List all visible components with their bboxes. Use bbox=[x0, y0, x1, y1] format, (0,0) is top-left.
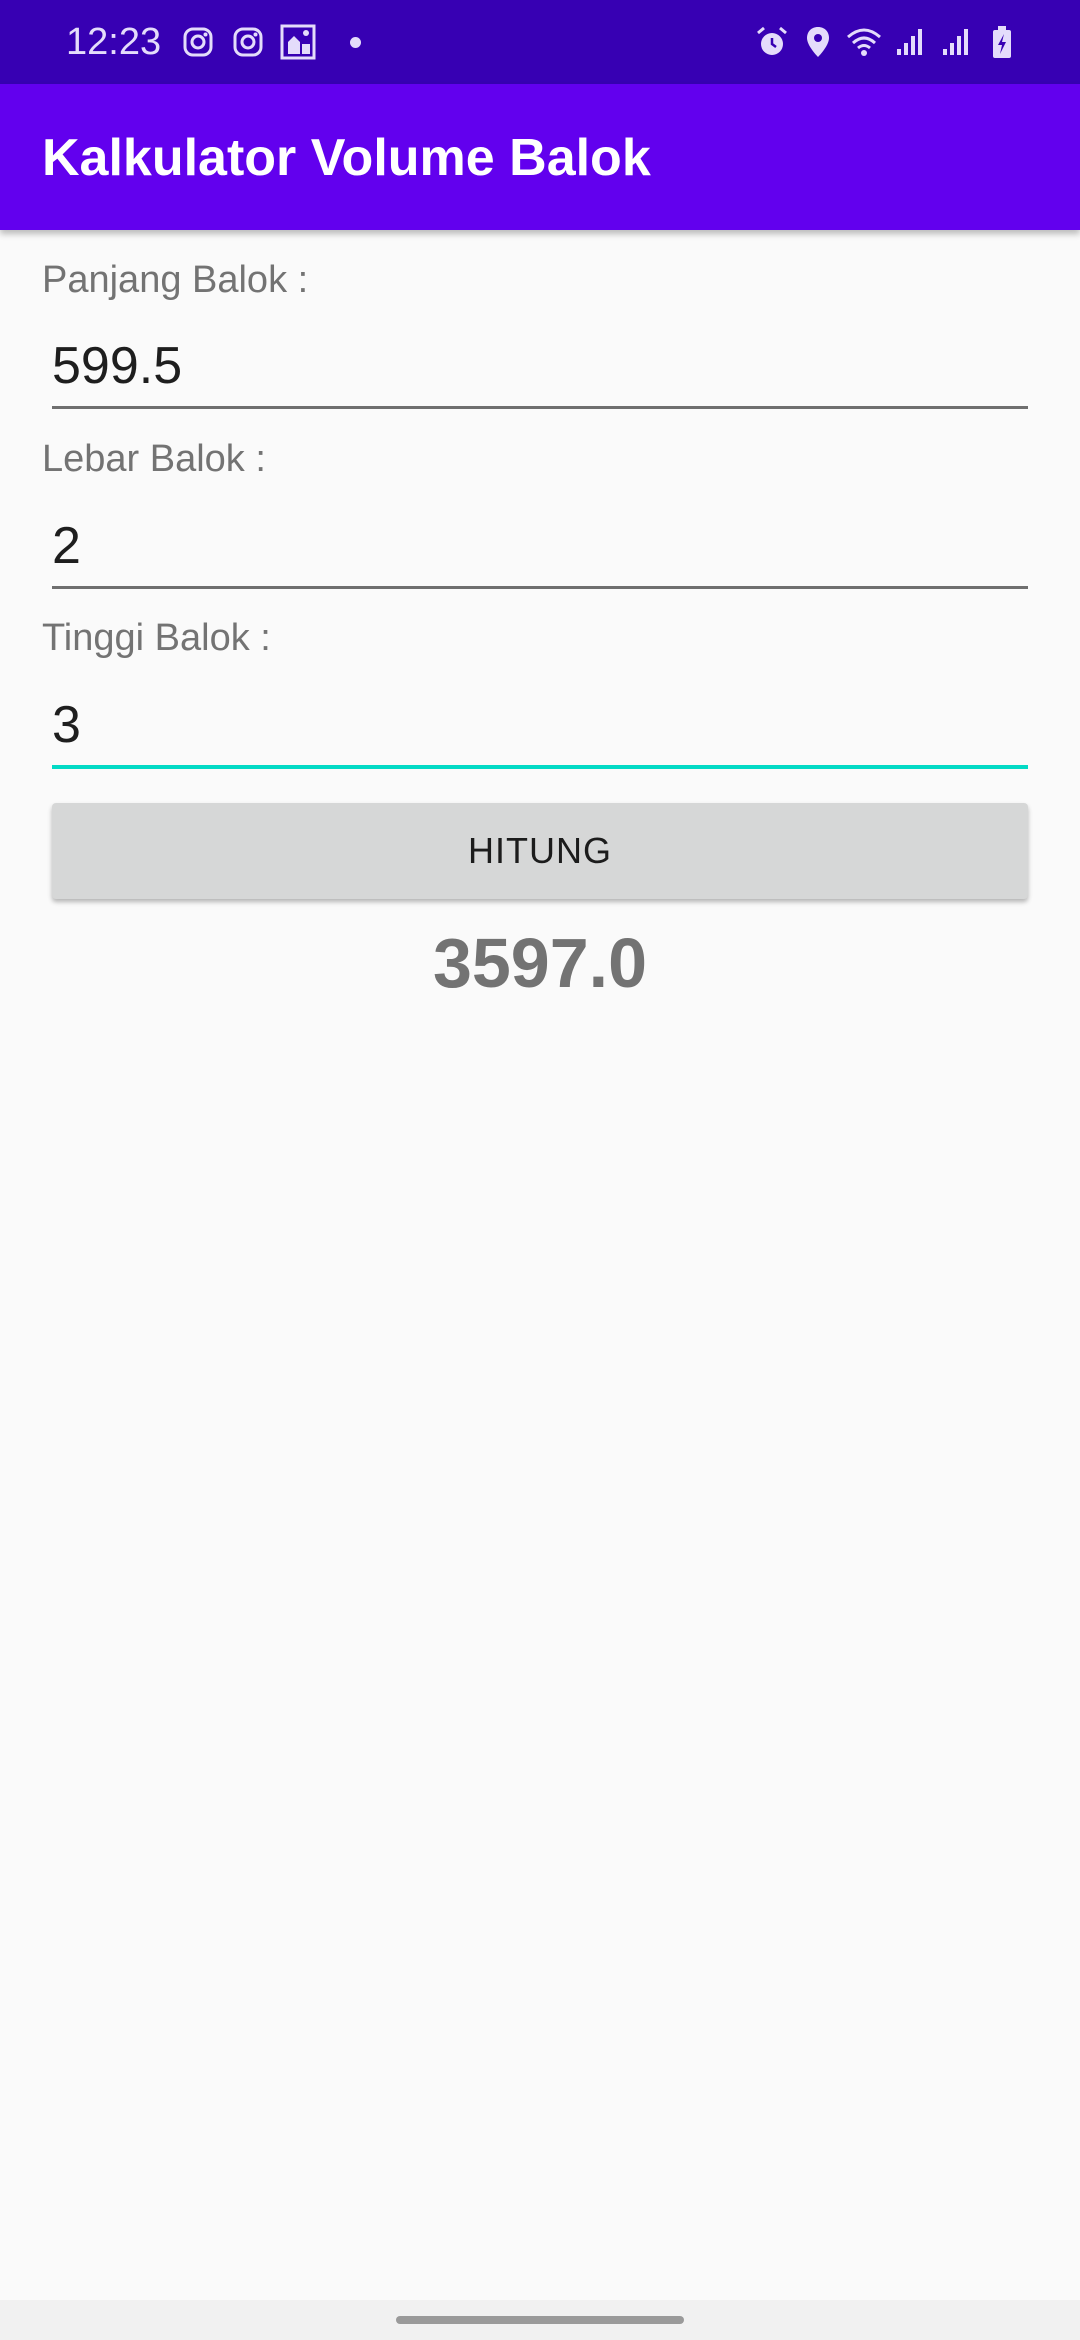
alarm-icon bbox=[754, 24, 790, 60]
hitung-button[interactable]: HITUNG bbox=[52, 803, 1028, 899]
location-icon bbox=[800, 24, 836, 60]
app-title: Kalkulator Volume Balok bbox=[42, 129, 651, 187]
status-bar: 12:23 bbox=[0, 0, 1080, 84]
lebar-label: Lebar Balok : bbox=[42, 438, 266, 480]
app-bar: Kalkulator Volume Balok bbox=[0, 84, 1080, 230]
system-icons bbox=[744, 22, 1020, 62]
lebar-input[interactable] bbox=[52, 506, 1028, 589]
home-gesture-handle[interactable] bbox=[396, 2316, 684, 2324]
app-notification-icon bbox=[280, 24, 316, 60]
more-notifications-dot bbox=[350, 36, 361, 48]
navigation-bar bbox=[0, 2300, 1080, 2340]
wifi-icon bbox=[846, 24, 882, 60]
panjang-label: Panjang Balok : bbox=[42, 259, 309, 301]
notification-icons bbox=[180, 22, 361, 62]
battery-charging-icon bbox=[984, 24, 1020, 60]
signal-icon bbox=[938, 24, 974, 60]
instagram-icon bbox=[230, 24, 266, 60]
instagram-icon bbox=[180, 24, 216, 60]
status-time: 12:23 bbox=[66, 21, 162, 63]
signal-icon bbox=[892, 24, 928, 60]
result-value: 3597.0 bbox=[432, 924, 648, 1002]
tinggi-label: Tinggi Balok : bbox=[42, 617, 271, 659]
panjang-input[interactable] bbox=[52, 326, 1028, 409]
tinggi-input[interactable] bbox=[52, 685, 1028, 769]
